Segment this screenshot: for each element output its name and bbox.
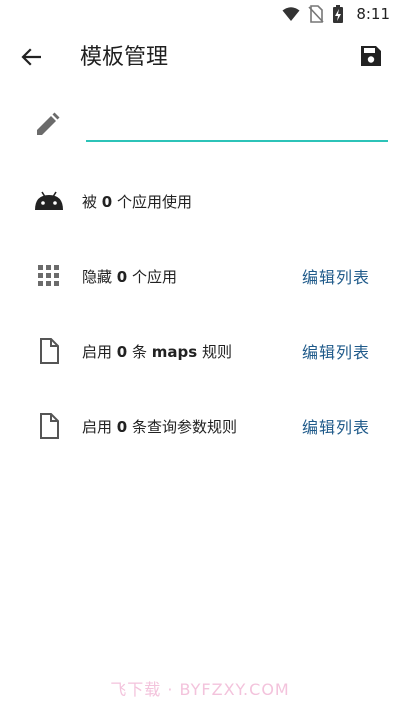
watermark: 飞下载 · BYFZXY.COM bbox=[110, 680, 290, 699]
back-button[interactable] bbox=[16, 44, 46, 74]
wifi-icon bbox=[282, 6, 300, 22]
template-name-input[interactable] bbox=[86, 108, 388, 142]
save-icon bbox=[360, 45, 382, 71]
page-title: 模板管理 bbox=[80, 45, 169, 70]
status-bar: 8:11 bbox=[0, 0, 400, 28]
save-button[interactable] bbox=[356, 42, 386, 74]
document-icon bbox=[34, 338, 64, 364]
android-icon bbox=[34, 189, 64, 213]
edit-query-param-rules-button[interactable]: 编辑列表 bbox=[302, 414, 370, 438]
grid-apps-icon bbox=[34, 264, 64, 288]
no-sim-icon bbox=[308, 5, 324, 23]
edit-hidden-apps-button[interactable]: 编辑列表 bbox=[302, 264, 370, 288]
maps-rules-row: 启用 0 条 maps 规则 编辑列表 bbox=[0, 327, 400, 375]
maps-rules-label: 启用 0 条 maps 规则 bbox=[82, 343, 232, 361]
template-name-row bbox=[0, 100, 400, 150]
battery-charging-icon bbox=[332, 4, 344, 24]
app-bar: 模板管理 bbox=[0, 30, 400, 86]
used-by-apps-row: 被 0 个应用使用 bbox=[0, 177, 400, 225]
query-param-rules-label: 启用 0 条查询参数规则 bbox=[82, 418, 237, 436]
hidden-apps-row: 隐藏 0 个应用 编辑列表 bbox=[0, 252, 400, 300]
used-by-apps-label: 被 0 个应用使用 bbox=[82, 193, 192, 211]
status-time: 8:11 bbox=[356, 5, 390, 23]
query-param-rules-row: 启用 0 条查询参数规则 编辑列表 bbox=[0, 402, 400, 450]
arrow-back-icon bbox=[21, 47, 42, 71]
hidden-apps-label: 隐藏 0 个应用 bbox=[82, 268, 177, 286]
document-icon bbox=[34, 413, 64, 439]
edit-maps-rules-button[interactable]: 编辑列表 bbox=[302, 339, 370, 363]
pencil-icon bbox=[34, 112, 60, 142]
